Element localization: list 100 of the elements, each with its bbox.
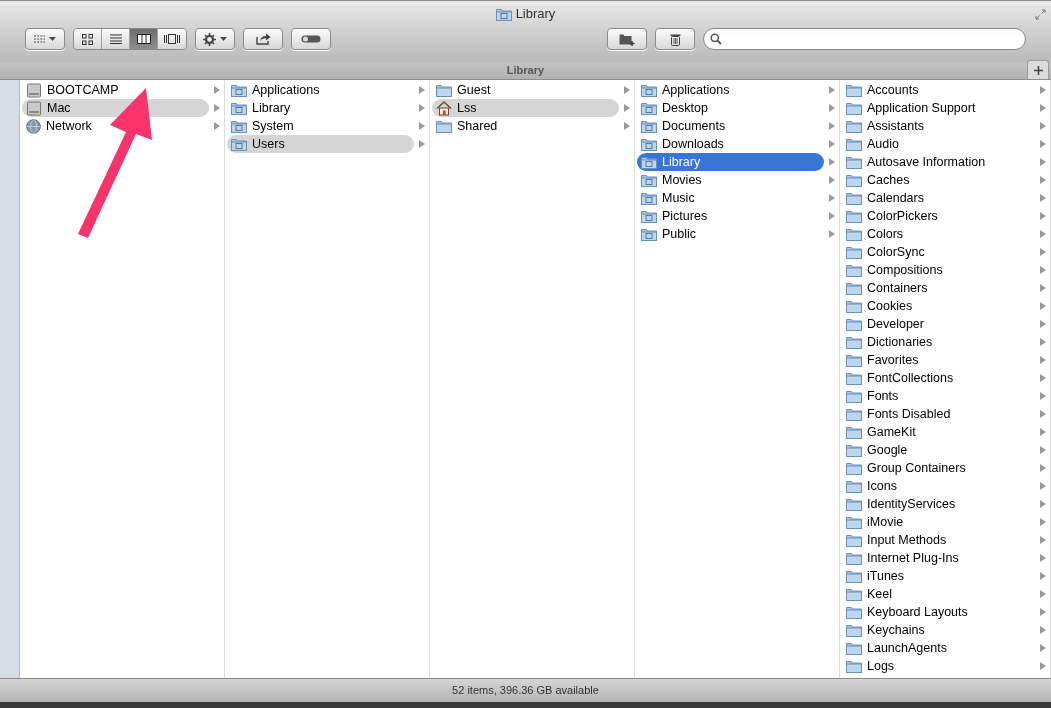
disclosure-arrow-icon (1040, 446, 1046, 454)
column-item[interactable]: Input Methods (842, 531, 1035, 549)
disclosure-arrow-icon (1040, 266, 1046, 274)
trash-icon (669, 32, 681, 46)
trash-button[interactable] (655, 28, 695, 50)
badged-folder-icon (641, 137, 657, 151)
folder-icon (846, 227, 862, 241)
column-item[interactable]: IdentityServices (842, 495, 1035, 513)
toggle-button[interactable] (291, 28, 331, 50)
disclosure-arrow-icon (1040, 572, 1046, 580)
column-item[interactable]: Keyboard Layouts (842, 603, 1035, 621)
view-mode-button[interactable] (158, 29, 186, 49)
folder-icon (846, 461, 862, 475)
column-item[interactable]: Downloads (637, 135, 824, 153)
column-item[interactable]: Compositions (842, 261, 1035, 279)
column-item[interactable]: Autosave Information (842, 153, 1035, 171)
column-item[interactable]: ColorSync (842, 243, 1035, 261)
column-item[interactable]: Public (637, 225, 824, 243)
disclosure-arrow-icon (419, 104, 425, 112)
new-folder-button[interactable] (607, 28, 647, 50)
folder-icon (846, 569, 862, 583)
column-item[interactable]: Movies (637, 171, 824, 189)
column-item[interactable]: GameKit (842, 423, 1035, 441)
folder-plus-icon (619, 32, 635, 46)
column-item[interactable]: Shared (432, 117, 619, 135)
column-item[interactable]: iTunes (842, 567, 1035, 585)
column-item[interactable]: LaunchAgents (842, 639, 1035, 657)
folder-icon (846, 119, 862, 133)
column-item[interactable]: FontCollections (842, 369, 1035, 387)
disclosure-arrow-icon (1040, 482, 1046, 490)
hard-drive-icon (26, 100, 42, 116)
column-item[interactable]: Library (637, 153, 824, 171)
column-item[interactable]: Colors (842, 225, 1035, 243)
column-item[interactable]: Applications (637, 81, 824, 99)
column-item[interactable]: Applications (227, 81, 414, 99)
column-item[interactable]: Accounts (842, 81, 1035, 99)
badged-folder-icon (641, 119, 657, 133)
column-item[interactable]: Fonts (842, 387, 1035, 405)
disclosure-arrow-icon (829, 176, 835, 184)
fullscreen-icon[interactable] (1035, 9, 1046, 20)
column-item[interactable]: iMovie (842, 513, 1035, 531)
house-icon (436, 100, 452, 116)
column-item[interactable]: Keel (842, 585, 1035, 603)
action-menu-button[interactable] (195, 28, 235, 50)
arrange-button[interactable] (25, 28, 65, 50)
column-item[interactable]: Assistants (842, 117, 1035, 135)
column-item[interactable]: Containers (842, 279, 1035, 297)
search-field[interactable] (703, 28, 1026, 50)
column-item[interactable]: Documents (637, 117, 824, 135)
column-item[interactable]: Network (22, 117, 209, 135)
column-item[interactable]: Music (637, 189, 824, 207)
folder-icon (846, 515, 862, 529)
add-tab-button[interactable] (1027, 60, 1049, 79)
column-item[interactable]: Users (227, 135, 414, 153)
disclosure-arrow-icon (1040, 662, 1046, 670)
disclosure-arrow-icon (1040, 86, 1046, 94)
badged-folder-icon (641, 227, 657, 241)
column-item[interactable]: Group Containers (842, 459, 1035, 477)
column-item[interactable]: Favorites (842, 351, 1035, 369)
folder-icon (846, 533, 862, 547)
badged-folder-icon (495, 7, 512, 21)
column-item[interactable]: Cookies (842, 297, 1035, 315)
view-mode-button[interactable] (74, 29, 102, 49)
disclosure-arrow-icon (1040, 410, 1046, 418)
share-button[interactable] (243, 28, 283, 50)
disclosure-arrow-icon (1040, 608, 1046, 616)
view-mode-button[interactable] (130, 29, 158, 49)
column-item[interactable]: Desktop (637, 99, 824, 117)
folder-icon (846, 245, 862, 259)
disclosure-arrow-icon (1040, 212, 1046, 220)
column-item[interactable]: Library (227, 99, 414, 117)
disclosure-arrow-icon (1040, 104, 1046, 112)
column-item[interactable]: BOOTCAMP (22, 81, 209, 99)
column-item[interactable]: Dictionaries (842, 333, 1035, 351)
column-item[interactable]: Internet Plug-Ins (842, 549, 1035, 567)
column-item[interactable]: Lss (432, 99, 619, 117)
column-item[interactable]: Calendars (842, 189, 1035, 207)
pill-icon (301, 35, 321, 43)
column-item[interactable]: Developer (842, 315, 1035, 333)
column-item[interactable]: Fonts Disabled (842, 405, 1035, 423)
folder-icon (846, 659, 862, 673)
column-item[interactable]: Application Support (842, 99, 1035, 117)
column-item[interactable]: System (227, 117, 414, 135)
disclosure-arrow-icon (829, 158, 835, 166)
column-item[interactable]: Guest (432, 81, 619, 99)
column-item[interactable]: Logs (842, 657, 1035, 675)
disclosure-arrow-icon (1040, 230, 1046, 238)
column-item[interactable]: Audio (842, 135, 1035, 153)
column-item[interactable]: Icons (842, 477, 1035, 495)
column-item[interactable]: Google (842, 441, 1035, 459)
folder-icon (846, 641, 862, 655)
view-mode-button[interactable] (102, 29, 130, 49)
column-item[interactable]: Pictures (637, 207, 824, 225)
folder-icon (846, 83, 862, 97)
column-item[interactable]: ColorPickers (842, 207, 1035, 225)
folder-icon (846, 191, 862, 205)
column-item[interactable]: Keychains (842, 621, 1035, 639)
column-item[interactable]: Caches (842, 171, 1035, 189)
disclosure-arrow-icon (829, 86, 835, 94)
disclosure-arrow-icon (214, 86, 220, 94)
